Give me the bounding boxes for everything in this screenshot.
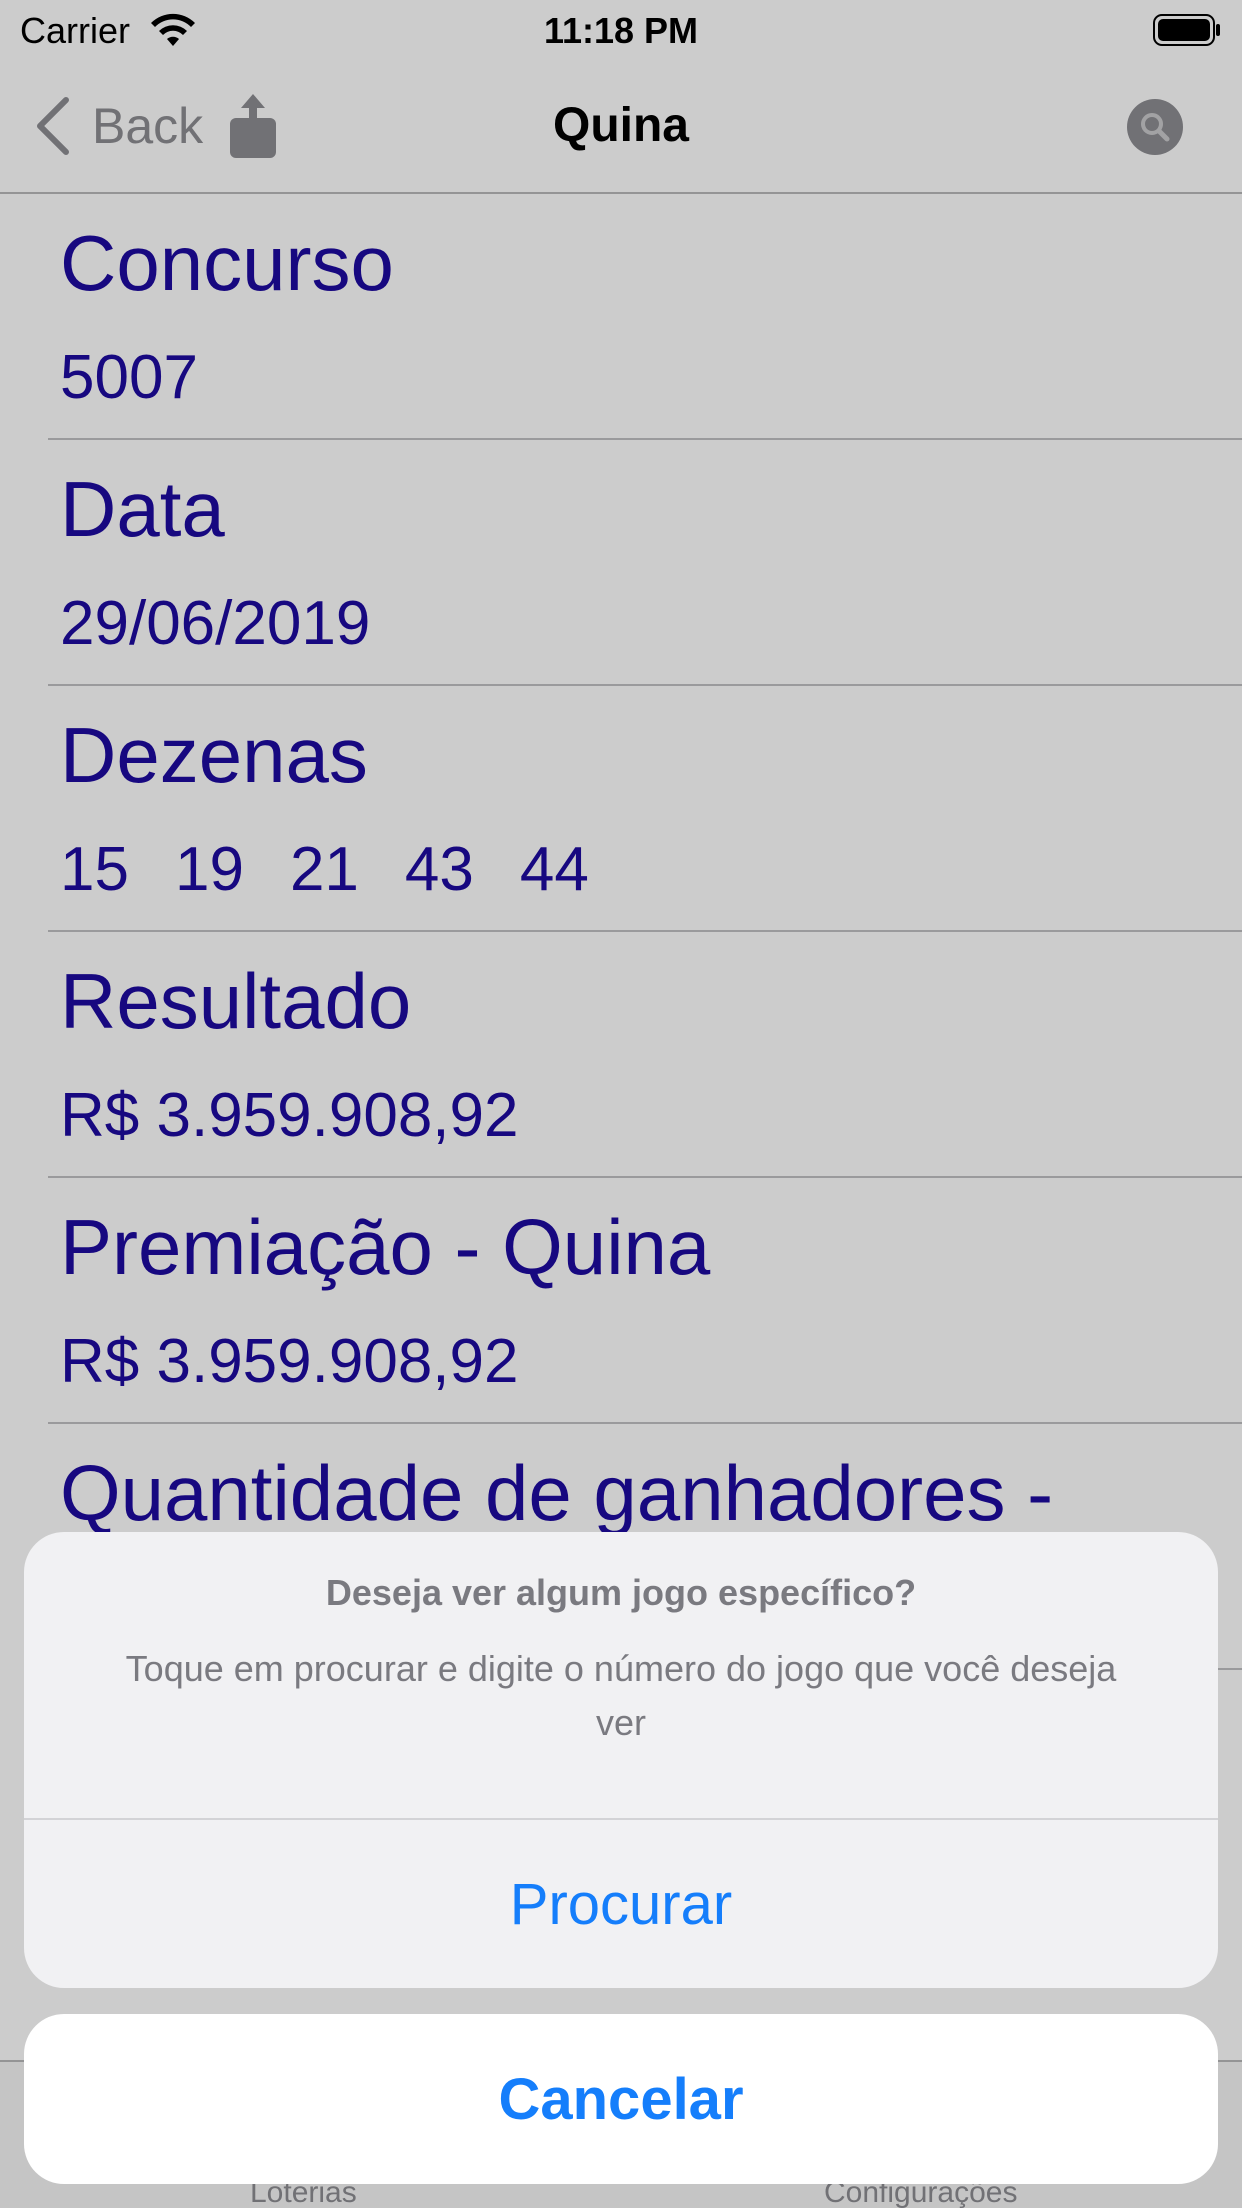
app-screen: Carrier 11:18 PM Back Quina Concurso 500… bbox=[0, 0, 1242, 2208]
action-sheet: Deseja ver algum jogo específico? Toque … bbox=[24, 1532, 1218, 1988]
action-sheet-message: Toque em procurar e digite o número do j… bbox=[125, 1648, 1117, 1743]
procurar-button[interactable]: Procurar bbox=[24, 1820, 1218, 1988]
cancel-button[interactable]: Cancelar bbox=[24, 2014, 1218, 2184]
action-sheet-title: Deseja ver algum jogo específico? bbox=[325, 1572, 917, 1613]
action-sheet-header: Deseja ver algum jogo específico? Toque … bbox=[24, 1532, 1218, 1820]
